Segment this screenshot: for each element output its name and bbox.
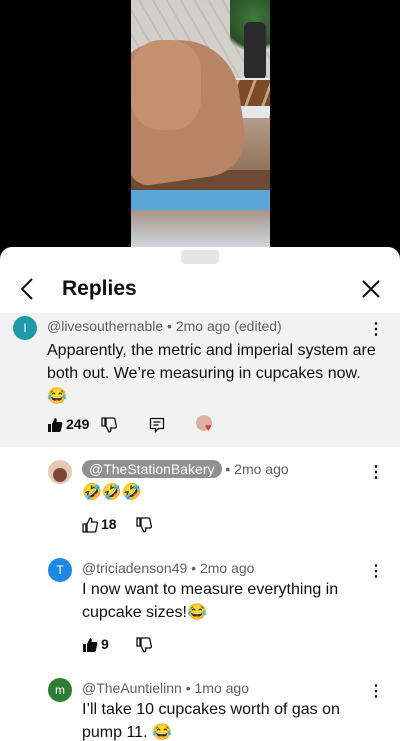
close-button[interactable] — [358, 276, 384, 302]
comment-meta: @TheAuntielinn • 1mo ago — [82, 680, 249, 696]
like-button[interactable] — [82, 637, 98, 653]
dislike-button[interactable] — [101, 417, 117, 433]
replies-panel: Replies l @livesouthernable • 2mo ago (e… — [0, 247, 400, 741]
page-title: Replies — [62, 277, 137, 300]
chevron-left-icon — [20, 278, 33, 300]
dislike-button[interactable] — [136, 637, 152, 653]
creator-handle-chip[interactable]: @TheStationBakery — [82, 460, 222, 478]
parent-comment: l @livesouthernable • 2mo ago (edited) ⋮… — [0, 313, 400, 447]
thumbs-down-icon — [101, 417, 117, 433]
more-options-button[interactable]: ⋮ — [368, 320, 384, 338]
comment-meta: @livesouthernable • 2mo ago (edited) — [47, 318, 282, 334]
thumbs-up-filled-icon — [48, 418, 63, 432]
avatar[interactable]: l — [13, 316, 37, 340]
reply-button[interactable] — [149, 417, 165, 433]
thumbs-up-filled-icon — [83, 638, 98, 652]
back-button[interactable] — [14, 275, 40, 303]
comment-icon — [149, 417, 165, 433]
comment-text: 🤣🤣🤣 — [82, 484, 142, 501]
comment-text: I now want to measure everything in cupc… — [82, 581, 339, 621]
comment-text: Apparently, the metric and imperial syst… — [47, 342, 376, 405]
dislike-button[interactable] — [136, 517, 152, 533]
heart-icon: ♥ — [205, 422, 212, 434]
avatar[interactable]: m — [48, 678, 72, 702]
like-count: 249 — [66, 416, 90, 432]
like-button[interactable] — [47, 417, 63, 433]
drag-handle[interactable] — [181, 250, 219, 264]
like-button[interactable] — [82, 517, 98, 533]
creator-heart-badge: ♥ — [196, 415, 212, 434]
like-count: 18 — [101, 516, 117, 532]
video-frame — [131, 0, 270, 247]
avatar[interactable] — [48, 460, 72, 484]
close-icon — [362, 280, 380, 298]
avatar[interactable]: T — [48, 558, 72, 582]
more-options-button[interactable]: ⋮ — [368, 463, 384, 481]
thumbs-down-icon — [136, 637, 152, 653]
avatar-photo-icon — [53, 468, 67, 482]
thumbs-up-icon — [82, 517, 98, 533]
video-player[interactable] — [0, 0, 400, 247]
comment-time: • 2mo ago — [225, 461, 289, 477]
panel-header: Replies — [0, 267, 400, 313]
comment-meta: @triciadenson49 • 2mo ago — [82, 560, 255, 576]
comment-meta: @TheStationBakery • 2mo ago — [82, 460, 289, 478]
thumbs-down-icon — [136, 517, 152, 533]
like-count: 9 — [101, 636, 109, 652]
comment-text: I’ll take 10 cupcakes worth of gas on pu… — [82, 701, 340, 741]
